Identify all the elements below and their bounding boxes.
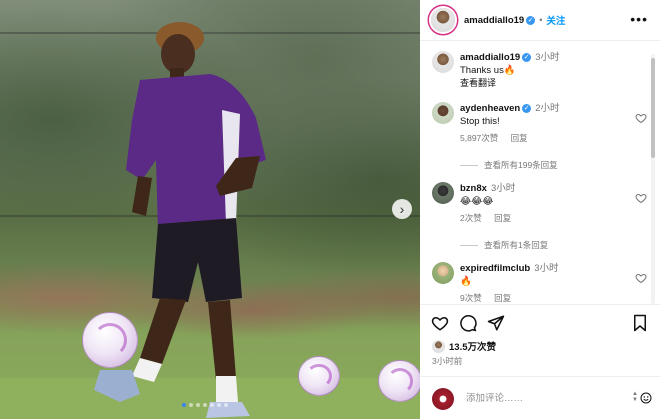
liker-avatar bbox=[432, 339, 445, 353]
comment-text: 🔥 bbox=[460, 276, 472, 287]
author-avatar[interactable] bbox=[432, 51, 454, 73]
next-photo-button[interactable]: › bbox=[392, 199, 412, 219]
carousel-dot bbox=[224, 403, 228, 407]
follow-button[interactable]: 关注 bbox=[546, 13, 565, 27]
caption-body: amaddiallo19 ✓ 3小时 Thanks us🔥 查看翻译 bbox=[460, 51, 630, 90]
post-timestamp: 3小时前 bbox=[432, 356, 463, 366]
reply-button[interactable]: 回复 bbox=[494, 213, 511, 223]
bookmark-icon[interactable] bbox=[631, 314, 649, 332]
commenter-avatar[interactable] bbox=[432, 182, 454, 204]
caption-username[interactable]: amaddiallo19 bbox=[460, 52, 520, 63]
comment-time: 3小时 bbox=[534, 263, 559, 274]
caption-text: Thanks us🔥 bbox=[460, 65, 516, 76]
commenter-username[interactable]: bzn8x bbox=[460, 183, 487, 194]
separator-dot: • bbox=[539, 15, 543, 25]
reply-button[interactable]: 回复 bbox=[494, 293, 511, 303]
carousel-dots bbox=[182, 403, 228, 407]
like-heart-icon[interactable] bbox=[431, 314, 449, 332]
view-replies-label: 查看所有199条回复 bbox=[484, 160, 558, 170]
commenter-avatar[interactable] bbox=[432, 262, 454, 284]
reply-button[interactable]: 回复 bbox=[511, 133, 528, 143]
likes-label: 13.5万次赞 bbox=[449, 342, 496, 353]
post-side-panel: amaddiallo19 ✓ • 关注 ••• amaddiallo19 ✓ 3小时… bbox=[420, 0, 660, 419]
comment-meta: 2次赞 回复 bbox=[460, 212, 630, 225]
commenter-username[interactable]: aydenheaven bbox=[460, 103, 520, 114]
carousel-dot bbox=[189, 403, 193, 407]
commenter-username[interactable]: expiredfilmclub bbox=[460, 263, 530, 274]
current-user-avatar bbox=[432, 387, 454, 410]
author-avatar[interactable] bbox=[431, 8, 455, 32]
football bbox=[82, 312, 138, 368]
comment-time: 2小时 bbox=[535, 103, 560, 114]
comment-body: expiredfilmclub 3小时 🔥 9次赞 回复 bbox=[460, 262, 630, 303]
view-replies-link[interactable]: 查看所有1条回复 bbox=[460, 239, 548, 251]
view-replies-label: 查看所有1条回复 bbox=[484, 240, 549, 250]
carousel-dot bbox=[217, 403, 221, 407]
heart-icon[interactable] bbox=[635, 192, 647, 204]
comment-body: bzn8x 3小时 😂😂😂 2次赞 回复 bbox=[460, 182, 630, 225]
comment-bubble-icon[interactable] bbox=[459, 314, 477, 332]
carousel-dot bbox=[182, 403, 186, 407]
carousel-dot bbox=[210, 403, 214, 407]
heart-icon[interactable] bbox=[635, 112, 647, 124]
likes-count[interactable]: 13.5万次赞 bbox=[432, 339, 496, 353]
comments-list: amaddiallo19 ✓ 3小时 Thanks us🔥 查看翻译 aydenhe… bbox=[420, 41, 660, 303]
emoji-icon[interactable] bbox=[640, 392, 652, 404]
verified-badge-icon: ✓ bbox=[526, 15, 536, 25]
comment-time: 3小时 bbox=[490, 183, 516, 194]
comment-meta: 9次赞 回复 bbox=[460, 292, 630, 303]
verified-badge-icon: ✓ bbox=[522, 52, 532, 62]
comment-text: 😂😂😂 bbox=[460, 196, 494, 207]
add-comment-bar: ▲▼ bbox=[420, 376, 660, 420]
carousel-dot bbox=[196, 403, 200, 407]
input-scroll-icon[interactable]: ▲ ▼ bbox=[632, 391, 638, 405]
commenter-avatar[interactable] bbox=[432, 102, 454, 124]
post-header: amaddiallo19 ✓ • 关注 ••• bbox=[420, 0, 660, 41]
comment-likes[interactable]: 9次赞 bbox=[460, 293, 482, 303]
football bbox=[298, 356, 340, 396]
caption-time: 3小时 bbox=[535, 52, 560, 63]
scrollbar-thumb[interactable] bbox=[651, 58, 655, 158]
verified-badge-icon: ✓ bbox=[522, 103, 532, 113]
comment-likes[interactable]: 5,897次赞 bbox=[460, 133, 498, 143]
comment-body: aydenheaven ✓ 2小时 Stop this! 5,897次赞 回复 bbox=[460, 102, 630, 145]
carousel-dot bbox=[203, 403, 207, 407]
football bbox=[378, 360, 420, 402]
comments-scrollbar[interactable] bbox=[650, 54, 656, 304]
post-photo: › bbox=[0, 0, 420, 419]
author-username[interactable]: amaddiallo19 bbox=[464, 15, 524, 26]
comment-text: Stop this! bbox=[460, 116, 500, 127]
share-paper-plane-icon[interactable] bbox=[487, 314, 505, 332]
heart-icon[interactable] bbox=[635, 272, 647, 284]
comment-likes[interactable]: 2次赞 bbox=[460, 213, 482, 223]
translate-link[interactable]: 查看翻译 bbox=[460, 77, 630, 90]
comment-input[interactable] bbox=[464, 392, 618, 405]
comment-meta: 5,897次赞 回复 bbox=[460, 132, 630, 145]
more-horizontal-icon[interactable]: ••• bbox=[630, 12, 648, 26]
view-replies-link[interactable]: 查看所有199条回复 bbox=[460, 159, 558, 171]
post-actions: 13.5万次赞 3小时前 bbox=[420, 304, 660, 375]
